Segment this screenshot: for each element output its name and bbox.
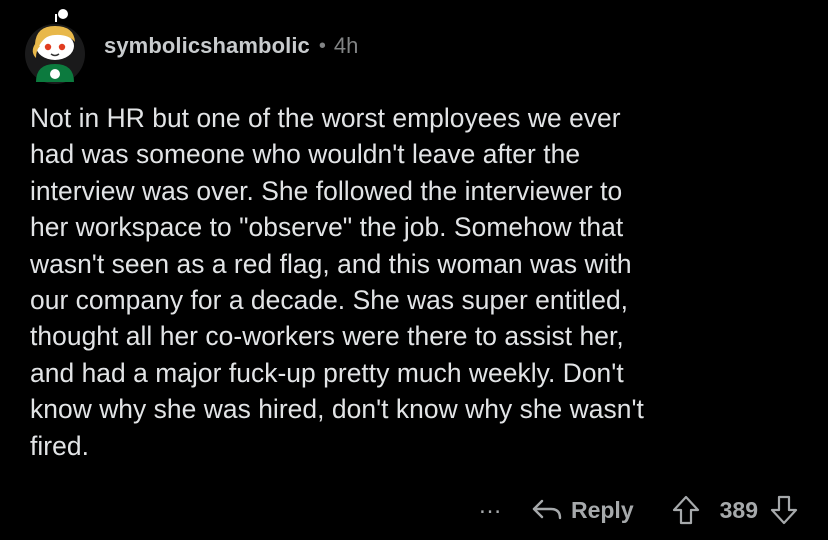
vote-score: 389 xyxy=(719,496,758,523)
upvote-arrow-icon[interactable] xyxy=(672,495,700,525)
reply-arrow-icon xyxy=(532,499,562,520)
vote-controls: 389 xyxy=(672,495,798,525)
downvote-arrow-icon[interactable] xyxy=(770,495,798,525)
more-options-button[interactable]: … xyxy=(478,492,503,520)
reply-label: Reply xyxy=(570,496,634,523)
username-link[interactable]: symbolicshambolic xyxy=(104,33,310,59)
meta-separator: • xyxy=(318,34,326,57)
comment: symbolicshambolic • 4h Not in HR but one… xyxy=(0,0,828,540)
comment-header: symbolicshambolic • 4h xyxy=(22,8,358,88)
comment-actions: … Reply 389 xyxy=(478,488,798,532)
comment-body: Not in HR but one of the worst employees… xyxy=(30,103,644,461)
comment-meta: symbolicshambolic • 4h xyxy=(104,33,358,59)
comment-age: 4h xyxy=(333,33,359,58)
avatar-icon[interactable] xyxy=(22,8,88,88)
reply-button[interactable]: Reply xyxy=(531,497,634,524)
